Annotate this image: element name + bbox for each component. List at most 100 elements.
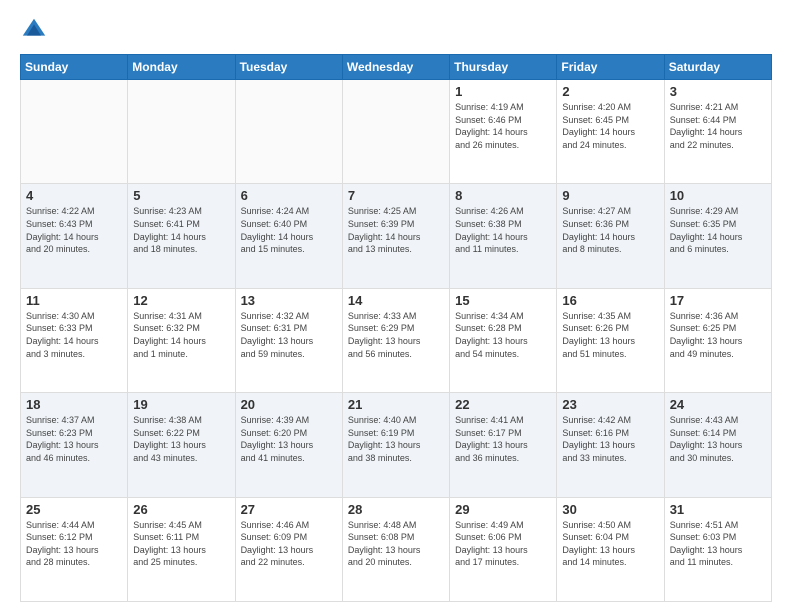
day-info: Sunrise: 4:26 AM Sunset: 6:38 PM Dayligh… [455,205,551,255]
weekday-header-monday: Monday [128,55,235,80]
day-number: 2 [562,84,658,99]
day-info: Sunrise: 4:37 AM Sunset: 6:23 PM Dayligh… [26,414,122,464]
day-number: 22 [455,397,551,412]
weekday-header-saturday: Saturday [664,55,771,80]
calendar-table: SundayMondayTuesdayWednesdayThursdayFrid… [20,54,772,602]
calendar-cell: 6 Sunrise: 4:24 AM Sunset: 6:40 PM Daylig… [235,184,342,288]
calendar-cell: 26 Sunrise: 4:45 AM Sunset: 6:11 PM Dayli… [128,497,235,601]
day-number: 13 [241,293,337,308]
calendar-cell: 13 Sunrise: 4:32 AM Sunset: 6:31 PM Dayli… [235,288,342,392]
day-info: Sunrise: 4:36 AM Sunset: 6:25 PM Dayligh… [670,310,766,360]
calendar-cell: 25 Sunrise: 4:44 AM Sunset: 6:12 PM Dayli… [21,497,128,601]
header [20,16,772,44]
day-info: Sunrise: 4:23 AM Sunset: 6:41 PM Dayligh… [133,205,229,255]
day-info: Sunrise: 4:49 AM Sunset: 6:06 PM Dayligh… [455,519,551,569]
day-number: 5 [133,188,229,203]
calendar-cell: 2 Sunrise: 4:20 AM Sunset: 6:45 PM Daylig… [557,80,664,184]
day-number: 7 [348,188,444,203]
day-info: Sunrise: 4:45 AM Sunset: 6:11 PM Dayligh… [133,519,229,569]
day-info: Sunrise: 4:19 AM Sunset: 6:46 PM Dayligh… [455,101,551,151]
day-info: Sunrise: 4:43 AM Sunset: 6:14 PM Dayligh… [670,414,766,464]
day-number: 26 [133,502,229,517]
day-info: Sunrise: 4:27 AM Sunset: 6:36 PM Dayligh… [562,205,658,255]
day-number: 27 [241,502,337,517]
day-info: Sunrise: 4:30 AM Sunset: 6:33 PM Dayligh… [26,310,122,360]
day-number: 18 [26,397,122,412]
day-info: Sunrise: 4:34 AM Sunset: 6:28 PM Dayligh… [455,310,551,360]
day-info: Sunrise: 4:41 AM Sunset: 6:17 PM Dayligh… [455,414,551,464]
day-number: 19 [133,397,229,412]
day-number: 28 [348,502,444,517]
day-number: 31 [670,502,766,517]
day-info: Sunrise: 4:25 AM Sunset: 6:39 PM Dayligh… [348,205,444,255]
day-info: Sunrise: 4:32 AM Sunset: 6:31 PM Dayligh… [241,310,337,360]
calendar-cell: 3Sunrise: 4:21 AM Sunset: 6:44 PM Daylig… [664,80,771,184]
calendar-cell: 5 Sunrise: 4:23 AM Sunset: 6:41 PM Daylig… [128,184,235,288]
page: SundayMondayTuesdayWednesdayThursdayFrid… [0,0,792,612]
logo [20,16,52,44]
calendar-cell: 8 Sunrise: 4:26 AM Sunset: 6:38 PM Daylig… [450,184,557,288]
calendar-cell: 20Sunrise: 4:39 AM Sunset: 6:20 PM Dayli… [235,393,342,497]
calendar-cell [128,80,235,184]
day-number: 9 [562,188,658,203]
day-number: 8 [455,188,551,203]
calendar-cell: 7 Sunrise: 4:25 AM Sunset: 6:39 PM Daylig… [342,184,449,288]
day-info: Sunrise: 4:35 AM Sunset: 6:26 PM Dayligh… [562,310,658,360]
calendar-cell: 14 Sunrise: 4:33 AM Sunset: 6:29 PM Dayli… [342,288,449,392]
calendar-cell: 16 Sunrise: 4:35 AM Sunset: 6:26 PM Dayli… [557,288,664,392]
calendar-cell: 29 Sunrise: 4:49 AM Sunset: 6:06 PM Dayli… [450,497,557,601]
day-number: 6 [241,188,337,203]
day-info: Sunrise: 4:51 AM Sunset: 6:03 PM Dayligh… [670,519,766,569]
day-info: Sunrise: 4:22 AM Sunset: 6:43 PM Dayligh… [26,205,122,255]
day-number: 4 [26,188,122,203]
calendar-cell: 21Sunrise: 4:40 AM Sunset: 6:19 PM Dayli… [342,393,449,497]
day-info: Sunrise: 4:31 AM Sunset: 6:32 PM Dayligh… [133,310,229,360]
day-number: 12 [133,293,229,308]
day-number: 17 [670,293,766,308]
day-number: 30 [562,502,658,517]
day-number: 25 [26,502,122,517]
weekday-header-wednesday: Wednesday [342,55,449,80]
calendar-cell: 12 Sunrise: 4:31 AM Sunset: 6:32 PM Dayli… [128,288,235,392]
calendar-cell: 9 Sunrise: 4:27 AM Sunset: 6:36 PM Daylig… [557,184,664,288]
calendar-cell [21,80,128,184]
calendar-cell: 17 Sunrise: 4:36 AM Sunset: 6:25 PM Dayli… [664,288,771,392]
day-info: Sunrise: 4:50 AM Sunset: 6:04 PM Dayligh… [562,519,658,569]
calendar-cell: 28 Sunrise: 4:48 AM Sunset: 6:08 PM Dayli… [342,497,449,601]
weekday-header-thursday: Thursday [450,55,557,80]
weekday-header-sunday: Sunday [21,55,128,80]
calendar-cell: 4 Sunrise: 4:22 AM Sunset: 6:43 PM Daylig… [21,184,128,288]
day-number: 21 [348,397,444,412]
calendar-cell: 27 Sunrise: 4:46 AM Sunset: 6:09 PM Dayli… [235,497,342,601]
day-number: 10 [670,188,766,203]
weekday-header-friday: Friday [557,55,664,80]
day-info: Sunrise: 4:33 AM Sunset: 6:29 PM Dayligh… [348,310,444,360]
day-number: 1 [455,84,551,99]
calendar-cell: 19 Sunrise: 4:38 AM Sunset: 6:22 PM Dayli… [128,393,235,497]
day-number: 23 [562,397,658,412]
day-info: Sunrise: 4:48 AM Sunset: 6:08 PM Dayligh… [348,519,444,569]
calendar-cell: 1 Sunrise: 4:19 AM Sunset: 6:46 PM Daylig… [450,80,557,184]
day-number: 16 [562,293,658,308]
calendar-cell: 31 Sunrise: 4:51 AM Sunset: 6:03 PM Dayli… [664,497,771,601]
day-number: 24 [670,397,766,412]
calendar-cell: 23 Sunrise: 4:42 AM Sunset: 6:16 PM Dayli… [557,393,664,497]
day-info: Sunrise: 4:44 AM Sunset: 6:12 PM Dayligh… [26,519,122,569]
day-info: Sunrise: 4:42 AM Sunset: 6:16 PM Dayligh… [562,414,658,464]
day-number: 3 [670,84,766,99]
calendar-cell: 10 Sunrise: 4:29 AM Sunset: 6:35 PM Dayli… [664,184,771,288]
day-number: 14 [348,293,444,308]
day-info: Sunrise: 4:24 AM Sunset: 6:40 PM Dayligh… [241,205,337,255]
calendar-cell: 11 Sunrise: 4:30 AM Sunset: 6:33 PM Dayli… [21,288,128,392]
day-number: 20 [241,397,337,412]
day-info: Sunrise: 4:29 AM Sunset: 6:35 PM Dayligh… [670,205,766,255]
day-number: 11 [26,293,122,308]
logo-icon [20,16,48,44]
day-info: Sunrise: 4:20 AM Sunset: 6:45 PM Dayligh… [562,101,658,151]
day-number: 29 [455,502,551,517]
day-number: 15 [455,293,551,308]
calendar-cell: 24 Sunrise: 4:43 AM Sunset: 6:14 PM Dayli… [664,393,771,497]
day-info: Sunrise: 4:46 AM Sunset: 6:09 PM Dayligh… [241,519,337,569]
calendar-cell: 22 Sunrise: 4:41 AM Sunset: 6:17 PM Dayli… [450,393,557,497]
day-info: Sunrise: 4:38 AM Sunset: 6:22 PM Dayligh… [133,414,229,464]
